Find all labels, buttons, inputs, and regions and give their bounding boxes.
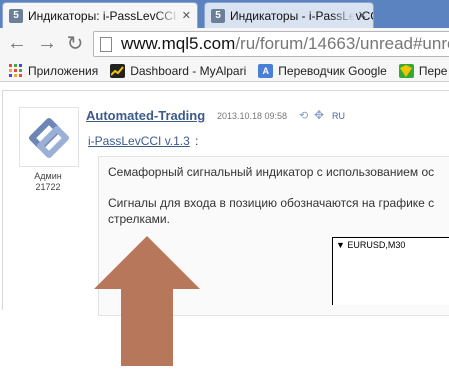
chart-icon: [110, 63, 126, 78]
page-icon: [100, 36, 112, 52]
author-link[interactable]: Automated-Trading: [86, 108, 205, 123]
forward-arrow-icon[interactable]: →: [36, 32, 58, 54]
url-host: www.mql5.com: [121, 34, 236, 53]
bookmark-label: Переводчик Google: [278, 63, 387, 78]
bookmark-other[interactable]: Пере: [398, 63, 448, 78]
chart-dropdown-icon: ▼: [336, 240, 348, 250]
reply-icon[interactable]: ⟲: [299, 109, 308, 122]
url-path: /ru/forum/14663/unread#unread: [235, 34, 449, 53]
mql5-favicon-icon: 5: [211, 8, 225, 23]
tab-inactive[interactable]: 5 Индикаторы - i-PassLevCCI ✕: [204, 2, 374, 28]
avatar[interactable]: [19, 107, 79, 167]
bookmark-label: Dashboard - MyAlpari: [130, 63, 247, 78]
indicator-link[interactable]: i-PassLevCCI v.1.3: [88, 134, 190, 148]
user-post-count: 21722: [35, 182, 61, 192]
back-arrow-icon[interactable]: ←: [6, 32, 28, 54]
user-role: Админ: [34, 171, 62, 181]
shield-icon: [398, 63, 414, 78]
translate-icon: A: [258, 63, 274, 78]
title-colon: :: [195, 134, 199, 148]
reload-icon[interactable]: ↻: [64, 32, 86, 55]
post-date: 2013.10.18 09:58: [217, 111, 288, 121]
bookmark-label: Пере: [418, 63, 448, 78]
post-paragraph: Семафорный сигнальный индикатор с исполь…: [108, 165, 435, 179]
bookmark-label: Приложения: [28, 63, 99, 78]
move-icon[interactable]: ✥: [314, 108, 324, 122]
language-label[interactable]: RU: [332, 111, 345, 121]
chart-symbol-label: ▼ EURUSD,M30: [336, 240, 406, 250]
up-arrow-annotation: [94, 236, 200, 366]
apps-grid-icon: [8, 64, 23, 78]
close-tab-icon[interactable]: ✕: [358, 9, 367, 22]
mql5-favicon-icon: 5: [9, 8, 23, 23]
tab-strip: 5 Индикаторы: i-PassLevCCI ✕ 5 Индикатор…: [0, 0, 449, 28]
bookmarks-bar: Приложения Dashboard - MyAlpari A Перево…: [0, 60, 449, 82]
bookmark-dashboard[interactable]: Dashboard - MyAlpari: [110, 63, 247, 78]
tab-title: Индикаторы: i-PassLevCCI: [28, 8, 177, 23]
bookmark-translate[interactable]: A Переводчик Google: [258, 63, 387, 78]
close-tab-icon[interactable]: ✕: [182, 9, 191, 22]
chart-preview[interactable]: ▼ EURUSD,M30: [332, 237, 449, 305]
tab-active[interactable]: 5 Индикаторы: i-PassLevCCI ✕: [2, 2, 198, 28]
post-paragraph: Сигналы для входа в позицию обозначаются…: [108, 196, 435, 210]
address-bar[interactable]: www.mql5.com/ru/forum/14663/unread#unrea…: [93, 31, 449, 57]
post-paragraph: стрелками.: [108, 212, 170, 226]
browser-toolbar: ← → ↻ www.mql5.com/ru/forum/14663/unread…: [0, 28, 449, 60]
bookmark-apps[interactable]: Приложения: [8, 64, 98, 78]
